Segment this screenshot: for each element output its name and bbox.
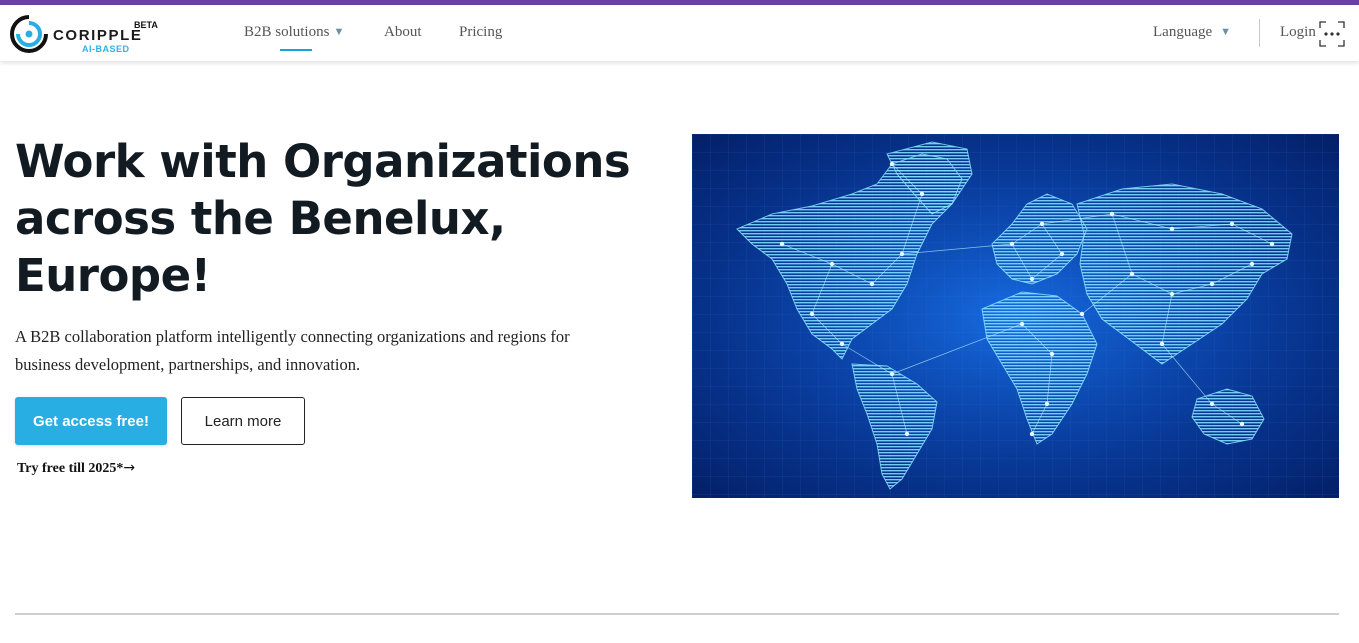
logo[interactable]: CORIPPLE AI-BASED BETA (9, 14, 169, 54)
nav-active-underline (280, 49, 312, 51)
logo-icon (10, 15, 48, 53)
arrow-right-icon: → (123, 460, 136, 476)
hero-description: A B2B collaboration platform intelligent… (15, 327, 570, 374)
brand-name: CORIPPLE (53, 27, 143, 44)
more-options-button[interactable] (1318, 20, 1345, 47)
caret-down-icon: ▼ (1220, 26, 1232, 38)
more-horizontal-icon (1319, 21, 1345, 47)
section-divider (15, 613, 1339, 615)
caret-down-icon: ▼ (333, 26, 345, 38)
get-access-button[interactable]: Get access free! (15, 397, 167, 445)
nav-b2b-solutions-label: B2B solutions (244, 24, 330, 40)
language-label: Language (1153, 24, 1213, 40)
world-map-graphic (692, 134, 1339, 498)
login-link[interactable]: Login (1280, 24, 1316, 41)
language-dropdown[interactable]: Language ▼ (1153, 24, 1231, 41)
nav-pricing[interactable]: Pricing (459, 24, 502, 41)
nav-about[interactable]: About (384, 24, 422, 41)
trial-text: Try free till 2025* (17, 461, 124, 476)
navbar: CORIPPLE AI-BASED BETA B2B solutions ▼ Ab… (0, 5, 1359, 61)
hero-title: Work with Organizations across the Benel… (15, 135, 631, 302)
world-map-image (692, 134, 1339, 498)
beta-badge: BETA (134, 20, 158, 30)
trial-link[interactable]: Try free till 2025*→ (17, 460, 135, 477)
learn-more-button[interactable]: Learn more (181, 397, 305, 445)
nav-b2b-solutions[interactable]: B2B solutions ▼ (244, 24, 344, 41)
brand-tagline: AI-BASED (82, 44, 130, 54)
nav-divider (1259, 19, 1260, 47)
